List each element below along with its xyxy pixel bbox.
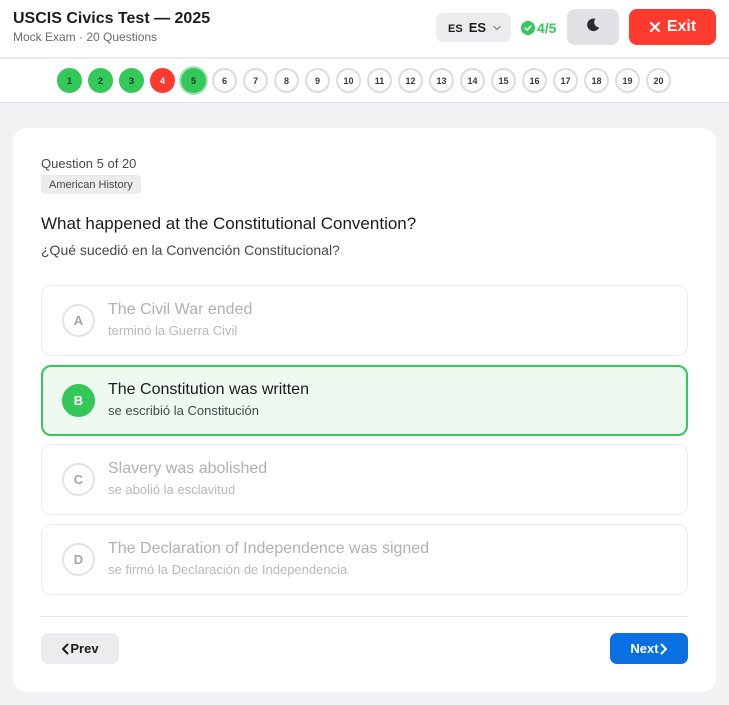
question-dot-12[interactable]: 12 — [398, 68, 423, 93]
option-translation: se firmó la Declaración de Independencia — [108, 562, 348, 577]
prev-label: Prev — [70, 641, 99, 656]
question-card: Question 5 of 20 American History What h… — [13, 128, 716, 692]
answer-option-a[interactable]: A The Civil War ended terminó la Guerra … — [41, 285, 688, 356]
question-dot-5[interactable]: 5 — [181, 68, 206, 93]
question-text: What happened at the Constitutional Conv… — [41, 214, 417, 233]
app-header: USCIS Civics Test — 2025 Mock Exam · 20 … — [0, 0, 729, 58]
question-dot-6[interactable]: 6 — [212, 68, 237, 93]
answer-option-b[interactable]: B The Constitution was written se escrib… — [41, 365, 688, 436]
question-dot-1[interactable]: 1 — [57, 68, 82, 93]
app-subtitle: Mock Exam · 20 Questions — [13, 30, 158, 44]
question-dot-8[interactable]: 8 — [274, 68, 299, 93]
option-text: The Declaration of Independence was sign… — [108, 540, 430, 557]
question-dot-17[interactable]: 17 — [553, 68, 578, 93]
question-progress: 1 2 3 4 5 6 7 8 9 10 11 12 13 14 15 16 17 18 19 20 — [0, 59, 729, 103]
option-letter: A — [62, 304, 95, 337]
option-translation: se escribió la Constitución — [108, 403, 260, 418]
chevron-left-icon — [61, 643, 70, 655]
language-select[interactable]: ES ES — [436, 13, 511, 42]
question-dot-7[interactable]: 7 — [243, 68, 268, 93]
question-dot-9[interactable]: 9 — [305, 68, 330, 93]
option-translation: terminó la Guerra Civil — [108, 323, 238, 338]
question-dot-19[interactable]: 19 — [615, 68, 640, 93]
question-dot-2[interactable]: 2 — [88, 68, 113, 93]
option-text: Slavery was abolished — [108, 460, 268, 477]
option-letter: C — [62, 463, 95, 496]
chevron-right-icon — [659, 643, 668, 655]
exit-button[interactable]: Exit — [629, 9, 716, 45]
question-dot-20[interactable]: 20 — [646, 68, 671, 93]
question-dot-3[interactable]: 3 — [119, 68, 144, 93]
app-title: USCIS Civics Test — 2025 — [13, 10, 211, 27]
question-counter: Question 5 of 20 — [41, 156, 137, 171]
question-dot-4[interactable]: 4 — [150, 68, 175, 93]
option-text: The Constitution was written — [108, 381, 309, 398]
question-dot-18[interactable]: 18 — [584, 68, 609, 93]
close-icon — [649, 21, 661, 33]
exit-label: Exit — [666, 18, 697, 35]
next-label: Next — [630, 641, 659, 656]
question-dot-15[interactable]: 15 — [491, 68, 516, 93]
language-label: ES — [468, 20, 487, 35]
theme-toggle-button[interactable] — [567, 9, 619, 45]
option-letter: D — [62, 543, 95, 576]
category-badge: American History — [41, 175, 141, 194]
question-translation: ¿Qué sucedió en la Convención Constituci… — [41, 242, 340, 258]
option-translation: se abolió la esclavitud — [108, 482, 236, 497]
check-circle-icon — [521, 21, 535, 35]
question-dot-16[interactable]: 16 — [522, 68, 547, 93]
question-dot-11[interactable]: 11 — [367, 68, 392, 93]
divider — [41, 616, 688, 617]
question-dot-13[interactable]: 13 — [429, 68, 454, 93]
next-button[interactable]: Next — [610, 633, 688, 664]
progress-dots: 1 2 3 4 5 6 7 8 9 10 11 12 13 14 15 16 17 18 19 20 — [57, 68, 671, 93]
option-letter: B — [62, 384, 95, 417]
option-text: The Civil War ended — [108, 301, 253, 318]
question-dot-10[interactable]: 10 — [336, 68, 361, 93]
question-dot-14[interactable]: 14 — [460, 68, 485, 93]
answer-option-c[interactable]: C Slavery was abolished se abolió la esc… — [41, 444, 688, 515]
score-indicator: 4/5 — [521, 18, 556, 38]
prev-button[interactable]: Prev — [41, 633, 119, 664]
language-flag: ES — [448, 22, 463, 35]
score-value: 4/5 — [537, 20, 557, 36]
answer-option-d[interactable]: D The Declaration of Independence was si… — [41, 524, 688, 595]
chevron-down-icon — [492, 23, 502, 33]
moon-icon — [585, 17, 601, 38]
